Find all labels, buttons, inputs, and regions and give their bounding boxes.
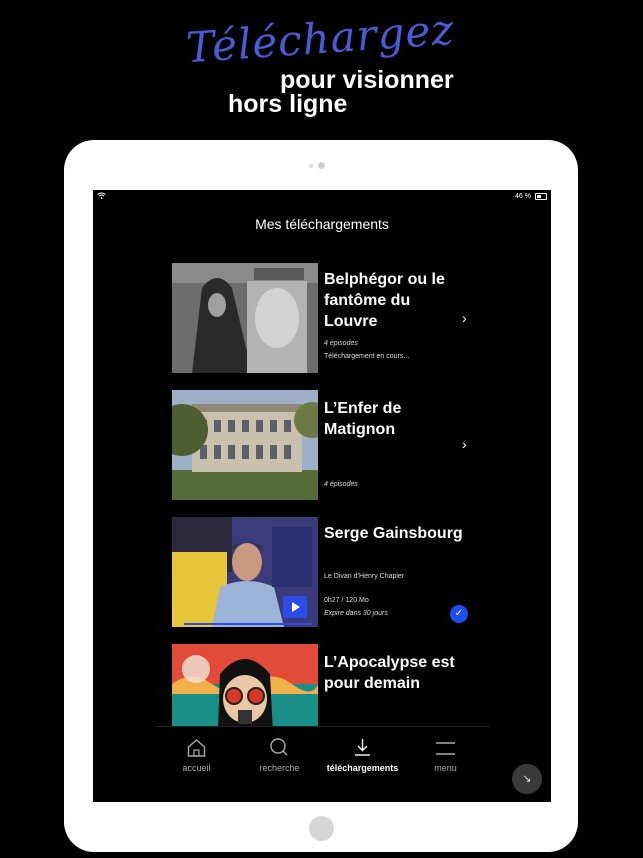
expiry-text: Expire dans 30 jours — [324, 610, 388, 617]
item-title: Belphégor ou le fantôme du Louvre — [324, 271, 445, 330]
page-title: Mes téléchargements — [255, 216, 389, 232]
promo-heading-line2: hors ligne — [228, 90, 348, 118]
download-icon — [355, 739, 370, 756]
watch-progress-bar — [184, 623, 312, 625]
tab-label: accueil — [182, 763, 211, 773]
download-item-gainsbourg[interactable]: Serge Gainsbourg Le Divan d’Henry Chapie… — [172, 517, 472, 627]
check-icon: ✓ — [450, 605, 468, 623]
search-icon — [270, 738, 288, 756]
thumbnail-belphegor — [172, 263, 318, 373]
duration-size: 0h27 / 120 Mo — [324, 597, 369, 604]
promo-script-heading: Téléchargez — [184, 4, 456, 73]
battery-icon — [535, 193, 547, 200]
item-subtitle: Le Divan d’Henry Chapier — [324, 573, 405, 580]
menu-icon — [436, 742, 455, 755]
app-screen: 46 % Mes téléchargements Belphégor ou le… — [93, 190, 551, 802]
item-title: Serge Gainsbourg — [324, 525, 463, 542]
wifi-icon — [97, 192, 106, 199]
chevron-right-icon[interactable]: › — [462, 436, 467, 452]
collapse-icon[interactable]: ↘ — [512, 764, 542, 794]
tab-recherche[interactable]: recherche — [238, 737, 321, 773]
download-status: Téléchargement en cours... — [324, 353, 410, 360]
tab-accueil[interactable]: accueil — [155, 737, 238, 773]
bottom-navigation: accueil recherche téléchargements menu — [155, 726, 489, 802]
item-title: L’Apocalypse est pour demain — [324, 654, 455, 692]
thumbnail-matignon — [172, 390, 318, 500]
home-button — [309, 816, 334, 841]
episode-count: 4 épisodes — [324, 340, 358, 347]
tab-telechargements[interactable]: téléchargements — [321, 737, 404, 773]
status-bar: 46 % — [93, 190, 551, 204]
sensor-dot — [309, 164, 313, 168]
episode-count: 4 épisodes — [324, 481, 358, 488]
play-button[interactable] — [283, 596, 307, 618]
download-item-belphegor[interactable]: Belphégor ou le fantôme du Louvre 4 épis… — [172, 263, 472, 373]
camera — [318, 162, 325, 169]
chevron-right-icon[interactable]: › — [462, 310, 467, 326]
item-title: L’Enfer de Matignon — [324, 400, 402, 438]
tab-label: recherche — [259, 763, 300, 773]
tab-label: téléchargements — [326, 763, 399, 773]
tab-label: menu — [434, 763, 457, 773]
download-item-matignon[interactable]: L’Enfer de Matignon 4 épisodes › — [172, 390, 472, 500]
home-icon — [187, 739, 206, 757]
tab-menu[interactable]: menu — [404, 737, 487, 773]
battery-percentage: 46 % — [515, 193, 531, 200]
